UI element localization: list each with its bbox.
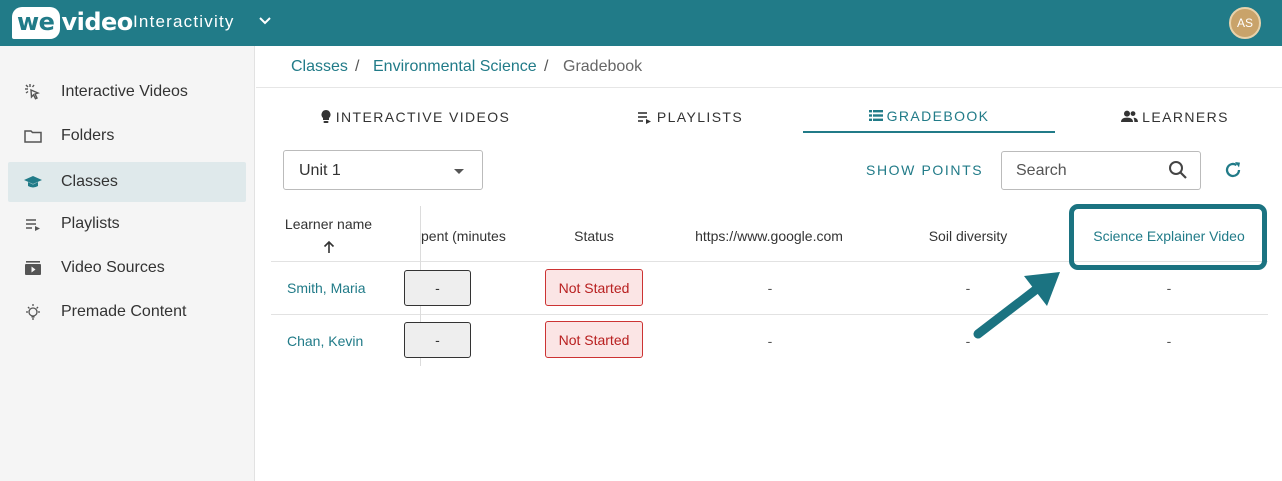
sidebar-item-classes[interactable]: Classes [8, 162, 246, 202]
score-cell-google: - [767, 333, 773, 349]
refresh-icon[interactable] [1222, 159, 1244, 181]
column-header-time-spent[interactable]: pent (minutes) [421, 228, 506, 244]
status-badge: Not Started [545, 321, 643, 358]
highlight-box [1069, 204, 1267, 270]
breadcrumb-separator: / [544, 58, 549, 75]
time-spent-cell: - [404, 322, 471, 358]
sidebar-item-playlists[interactable]: Playlists [8, 204, 246, 244]
lightbulb-icon [320, 109, 332, 124]
video-library-icon [22, 257, 44, 279]
annotation-arrow-icon [973, 272, 1060, 339]
folder-icon [22, 125, 44, 147]
sidebar-item-video-sources[interactable]: Video Sources [8, 248, 246, 288]
tab-learners[interactable]: LEARNERS [1060, 100, 1282, 133]
column-header-soil-diversity[interactable]: Soil diversity [908, 228, 1028, 244]
learner-name-link[interactable]: Chan, Kevin [287, 333, 363, 349]
sidebar-item-interactive-videos[interactable]: Interactive Videos [8, 72, 246, 112]
breadcrumb-classes[interactable]: Classes [291, 58, 348, 76]
score-cell-science: - [1166, 280, 1172, 296]
show-points-button[interactable]: SHOW POINTS [866, 162, 983, 178]
people-icon [1121, 110, 1139, 123]
sidebar: Interactive Videos Folders Classes Playl… [0, 46, 255, 481]
status-badge: Not Started [545, 269, 643, 306]
column-header-status[interactable]: Status [554, 228, 634, 244]
tab-playlists[interactable]: PLAYLISTS [575, 100, 805, 133]
breadcrumb: Classes / Environmental Science / Gradeb… [256, 46, 1282, 88]
unit-select[interactable]: Unit 1 [283, 150, 483, 190]
column-header-google[interactable]: https://www.google.com [680, 228, 858, 244]
avatar[interactable]: AS [1229, 7, 1261, 39]
sort-arrow-up-icon[interactable] [322, 240, 336, 254]
chevron-down-icon[interactable] [258, 14, 272, 28]
cursor-click-icon [22, 81, 44, 103]
top-bar: we video Interactivity AS [0, 0, 1282, 46]
unit-select-value: Unit 1 [299, 162, 341, 179]
sidebar-item-label: Folders [61, 127, 115, 144]
breadcrumb-current: Gradebook [563, 58, 643, 75]
lightbulb-icon [22, 301, 44, 323]
column-header-learner-name[interactable]: Learner name [271, 216, 386, 232]
search-icon[interactable] [1168, 160, 1188, 185]
tab-gradebook[interactable]: GRADEBOOK [803, 100, 1055, 133]
sidebar-item-label: Playlists [61, 215, 120, 232]
graduation-cap-icon [22, 171, 44, 193]
sidebar-item-label: Premade Content [61, 303, 187, 320]
sidebar-item-premade-content[interactable]: Premade Content [8, 292, 246, 332]
learner-name-link[interactable]: Smith, Maria [287, 280, 366, 296]
time-spent-cell: - [404, 270, 471, 306]
breadcrumb-separator: / [355, 58, 360, 75]
wevideo-logo[interactable]: we video [10, 4, 133, 42]
list-icon [868, 109, 883, 122]
score-cell-google: - [767, 280, 773, 296]
sidebar-item-label: Classes [61, 173, 118, 190]
sidebar-item-label: Interactive Videos [61, 83, 188, 100]
caret-down-icon [454, 169, 464, 174]
app-title[interactable]: Interactivity [133, 12, 235, 32]
score-cell-science: - [1166, 333, 1172, 349]
search-box [1001, 151, 1201, 190]
tab-interactive-videos[interactable]: INTERACTIVE VIDEOS [300, 100, 530, 133]
sidebar-item-folders[interactable]: Folders [8, 116, 246, 156]
playlist-icon [22, 213, 44, 235]
search-input[interactable] [1016, 161, 1156, 181]
breadcrumb-environmental-science[interactable]: Environmental Science [373, 58, 537, 76]
sidebar-item-label: Video Sources [61, 259, 165, 276]
playlist-icon [637, 110, 653, 124]
